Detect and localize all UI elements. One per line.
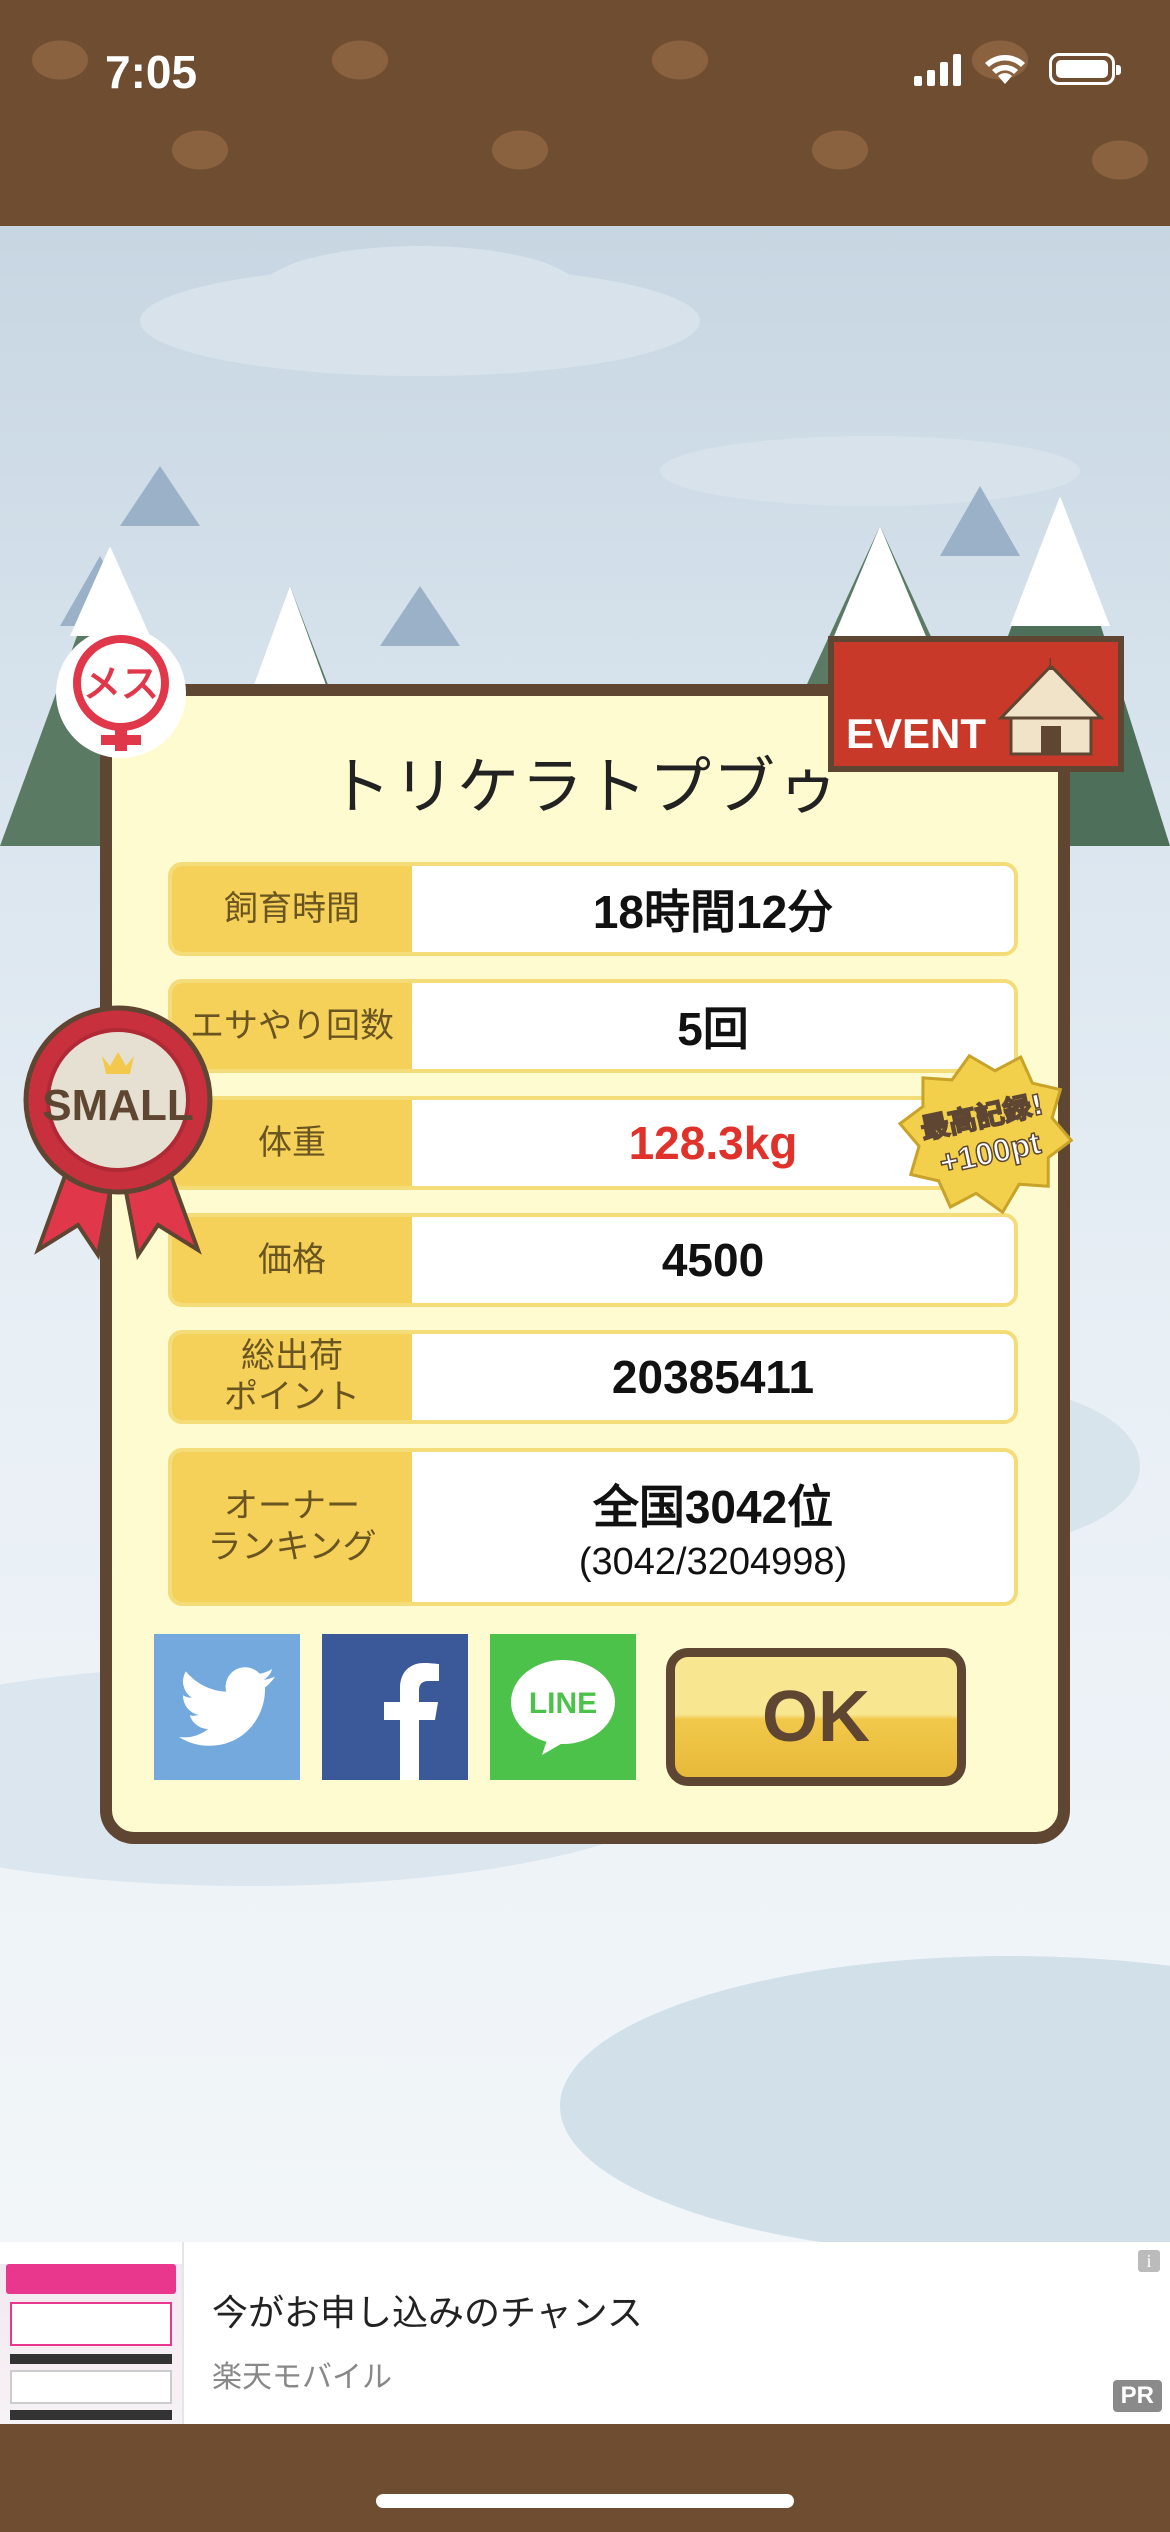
ranking-main: 全国3042位 <box>592 1480 834 1533</box>
stat-value: 20385411 <box>611 1351 815 1403</box>
battery-icon <box>1049 53 1121 85</box>
stat-row-shipping-points: 総出荷 ポイント 20385411 <box>168 1330 1018 1424</box>
event-label: EVENT <box>846 710 987 757</box>
small-label: SMALL <box>42 1081 194 1130</box>
status-icons <box>914 52 1121 86</box>
stat-label: 飼育時間 <box>172 866 412 952</box>
twitter-icon <box>179 1667 275 1746</box>
line-icon: LINE <box>511 1660 615 1755</box>
record-seal-badge: 最高記録! +100pt <box>897 1053 1074 1215</box>
stat-value-ranking: 全国3042位 (3042/3204998) <box>412 1452 1014 1602</box>
stat-label-text: オーナー ランキング <box>207 1486 377 1567</box>
stat-row-feed-count: エサやり回数 5回 <box>168 979 1018 1073</box>
facebook-icon <box>384 1663 439 1780</box>
cellular-signal-icon <box>914 52 961 86</box>
ad-banner[interactable]: 今がお申し込みのチャンス 楽天モバイル i PR <box>0 2242 1170 2424</box>
status-time: 7:05 <box>105 46 198 98</box>
stat-label: 総出荷 ポイント <box>172 1334 412 1420</box>
ok-button[interactable]: OK <box>666 1648 966 1786</box>
event-badge: EVENT <box>828 636 1124 772</box>
result-dialog: トリケラトプブゥ 飼育時間 18時間12分 エサやり回数 5回 体重 128.3… <box>100 684 1070 1844</box>
stat-value: 18時間12分 <box>592 886 834 938</box>
stat-label: オーナー ランキング <box>172 1452 412 1602</box>
ad-advertiser[interactable]: 楽天モバイル <box>212 2352 392 2396</box>
ad-title[interactable]: 今がお申し込みのチャンス <box>212 2284 643 2336</box>
small-ribbon-badge: SMALL <box>23 1005 213 1260</box>
stat-value: 4500 <box>661 1234 765 1286</box>
status-bar: 7:05 <box>0 0 1170 226</box>
twitter-share-button[interactable] <box>154 1634 300 1780</box>
stat-label-text: 総出荷 ポイント <box>224 1336 360 1417</box>
facebook-share-button[interactable] <box>322 1634 468 1780</box>
female-icon: メス <box>73 635 169 751</box>
female-badge: メス <box>56 628 186 758</box>
stat-row-owner-ranking: オーナー ランキング 全国3042位 (3042/3204998) <box>168 1448 1018 1606</box>
stat-row-price: 価格 4500 <box>168 1213 1018 1307</box>
stat-row-weight: 体重 128.3kg <box>168 1096 1018 1190</box>
circus-tent-icon <box>997 658 1105 756</box>
home-indicator[interactable] <box>376 2494 794 2508</box>
ad-pr-label: PR <box>1112 2380 1162 2412</box>
wifi-icon <box>985 55 1025 84</box>
ranking-detail: (3042/3204998) <box>578 1540 848 1583</box>
ad-info-icon[interactable]: i <box>1138 2250 1160 2272</box>
svg-text:LINE: LINE <box>529 1687 597 1720</box>
stat-row-breeding-time: 飼育時間 18時間12分 <box>168 862 1018 956</box>
gender-label: メス <box>83 662 159 706</box>
bottom-pattern-bar <box>0 2424 1170 2532</box>
ad-thumbnail-image[interactable] <box>0 2242 184 2424</box>
line-share-button[interactable]: LINE <box>490 1634 636 1780</box>
